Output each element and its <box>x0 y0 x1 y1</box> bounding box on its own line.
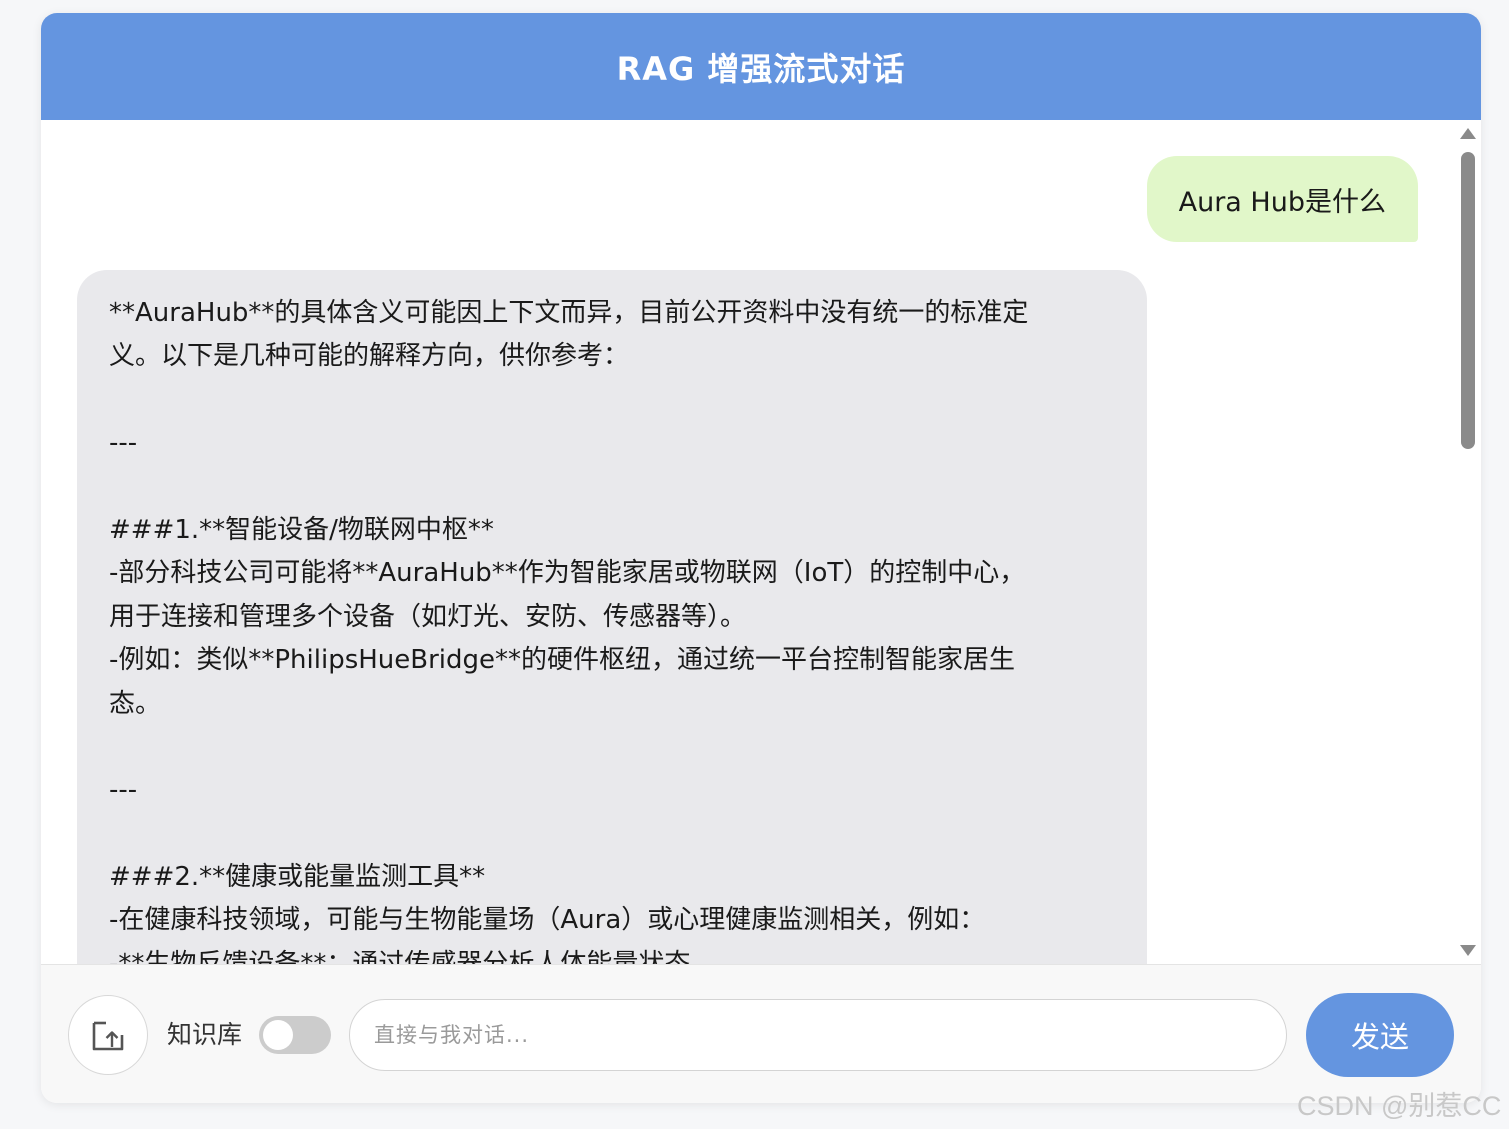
upload-button[interactable] <box>68 995 148 1075</box>
scrollbar-thumb[interactable] <box>1461 152 1475 449</box>
assistant-message: **AuraHub**的具体含义可能因上下文而异，目前公开资料中没有统一的标准定… <box>77 270 1147 964</box>
message-line: 用于连接和管理多个设备（如灯光、安防、传感器等）。 <box>109 601 747 632</box>
watermark: CSDN @别惹CC <box>1297 1091 1502 1121</box>
message-input[interactable] <box>349 999 1287 1071</box>
message-line <box>109 379 1115 422</box>
upload-icon <box>92 1021 124 1051</box>
page-title: RAG 增强流式对话 <box>616 49 906 88</box>
input-bar: 知识库 发送 <box>41 964 1481 1103</box>
message-line: 义。以下是几种可能的解释方向，供你参考： <box>109 341 630 372</box>
knowledge-base-toggle[interactable] <box>259 1016 331 1054</box>
message-line: -部分科技公司可能将**AuraHub**作为智能家居或物联网（IoT）的控制中… <box>109 558 1026 589</box>
message-line: -在健康科技领域，可能与生物能量场（Aura）或心理健康监测相关，例如： <box>109 905 986 936</box>
message-line: -例如：类似**PhilipsHueBridge**的硬件枢纽，通过统一平台控制… <box>109 645 1016 676</box>
message-line <box>109 466 1115 509</box>
knowledge-base-label: 知识库 <box>167 1020 243 1049</box>
message-line <box>109 726 1115 769</box>
toggle-knob <box>263 1020 293 1050</box>
user-message: Aura Hub是什么 <box>1146 156 1418 242</box>
message-line: --- <box>109 775 138 806</box>
scrollbar[interactable] <box>1455 120 1481 964</box>
message-line: 态。 <box>109 688 162 719</box>
message-line: --- <box>109 428 138 459</box>
message-line: ###2.**健康或能量监测工具** <box>109 862 486 893</box>
message-line: -**生物反馈设备**：通过传感器分析人体能量状态 <box>109 948 691 964</box>
scroll-up-arrow-icon[interactable] <box>1460 128 1476 139</box>
message-line: **AuraHub**的具体含义可能因上下文而异，目前公开资料中没有统一的标准定 <box>109 298 1029 328</box>
message-list[interactable]: Aura Hub是什么 **AuraHub**的具体含义可能因上下文而异，目前公… <box>41 120 1481 964</box>
message-line: ###1.**智能设备/物联网中枢** <box>109 514 494 545</box>
send-button[interactable]: 发送 <box>1306 993 1454 1077</box>
chat-window: RAG 增强流式对话 Aura Hub是什么 **AuraHub**的具体含义可… <box>41 13 1481 1103</box>
scroll-down-arrow-icon[interactable] <box>1460 945 1476 956</box>
message-line <box>109 813 1115 856</box>
header: RAG 增强流式对话 <box>41 13 1481 120</box>
